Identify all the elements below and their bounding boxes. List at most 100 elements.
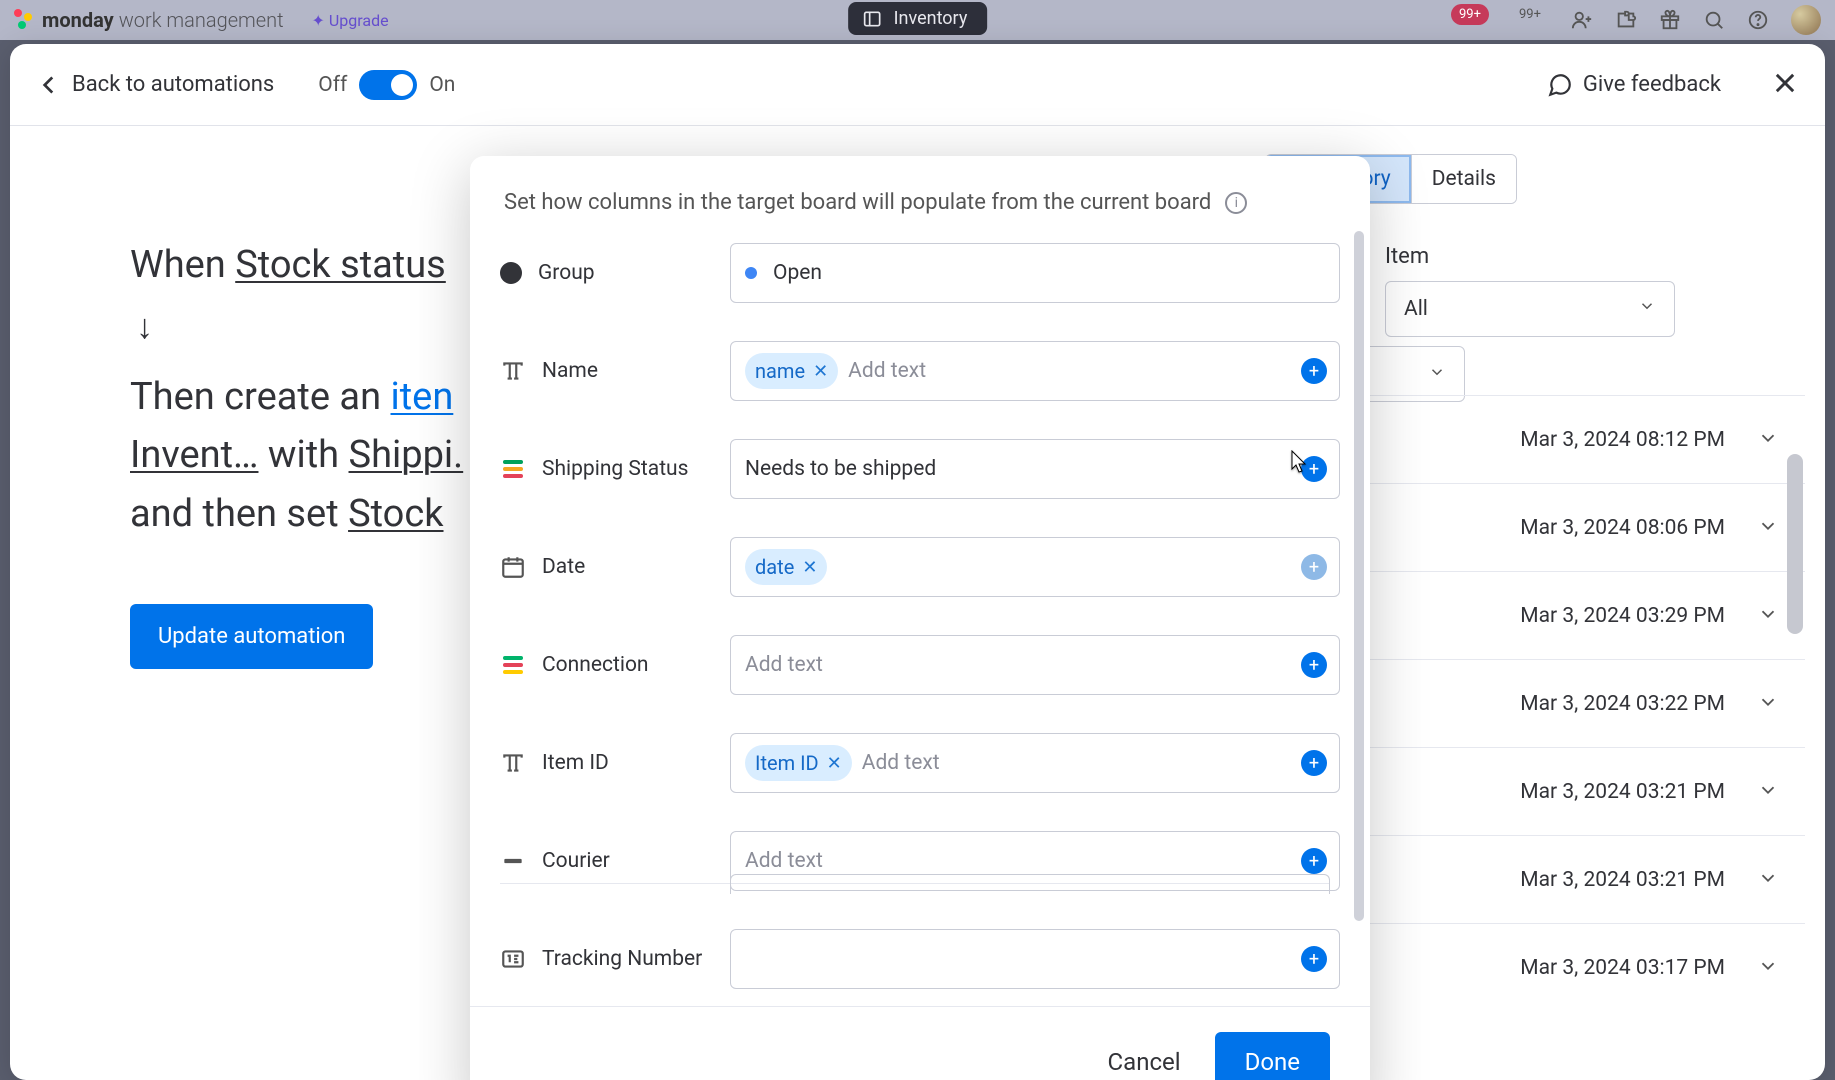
add-token-button[interactable]: +: [1301, 946, 1327, 972]
label-courier: Courier: [542, 849, 610, 873]
chevron-down-icon: [1757, 867, 1779, 893]
s-invent[interactable]: Invent…: [130, 433, 258, 477]
modal-title: Set how columns in the target board will…: [504, 190, 1211, 215]
item-filter-label: Item: [1385, 244, 1805, 269]
label-group: Group: [538, 261, 595, 285]
tab-details[interactable]: Details: [1411, 155, 1516, 203]
column-mapping-modal: Set how columns in the target board will…: [470, 156, 1370, 1080]
search-icon[interactable]: [1703, 9, 1725, 31]
text-icon: [500, 750, 526, 776]
label-name: Name: [542, 359, 598, 383]
chevron-down-icon: [1757, 955, 1779, 981]
logo-dots-icon: [14, 9, 36, 31]
placeholder-courier: Add text: [745, 849, 823, 873]
add-token-button[interactable]: +: [1301, 750, 1327, 776]
field-group[interactable]: Open: [730, 243, 1340, 303]
notif-badge-gray[interactable]: 99+: [1511, 4, 1549, 25]
s-shipping[interactable]: Shippi.: [349, 433, 464, 477]
field-tracking[interactable]: +: [730, 929, 1340, 989]
text-icon: [500, 358, 526, 384]
s-stock-status[interactable]: Stock status: [235, 243, 446, 287]
field-item-id[interactable]: Item ID ✕ Add text +: [730, 733, 1340, 793]
chevron-down-icon: [1757, 779, 1779, 805]
topbar-right: 99+ 99+: [1451, 5, 1821, 35]
back-label: Back to automations: [72, 72, 274, 97]
row-item-id: Item ID Item ID ✕ Add text +: [500, 733, 1340, 793]
user-plus-icon[interactable]: [1571, 9, 1593, 31]
field-connection[interactable]: Add text +: [730, 635, 1340, 695]
gift-icon[interactable]: [1659, 9, 1681, 31]
item-filter-select[interactable]: All: [1385, 281, 1675, 337]
token-remove-icon[interactable]: ✕: [827, 753, 842, 774]
panel-body: When Stock status ↓ Then create an iten …: [10, 126, 1825, 1080]
help-icon[interactable]: [1747, 9, 1769, 31]
notif-badge-red[interactable]: 99+: [1451, 4, 1489, 25]
label-tracking: Tracking Number: [542, 947, 702, 971]
automation-panel: Back to automations Off On Give feedback…: [10, 44, 1825, 1080]
s-when: When: [130, 243, 235, 287]
add-token-button[interactable]: +: [1301, 358, 1327, 384]
close-button[interactable]: [1771, 69, 1799, 101]
modal-body: Group Open Name name: [470, 223, 1370, 1006]
add-token-button[interactable]: +: [1301, 554, 1327, 580]
avatar[interactable]: [1791, 5, 1821, 35]
s-item-link[interactable]: iten: [391, 375, 454, 419]
modal-scrollbar[interactable]: [1354, 231, 1364, 921]
add-token-button[interactable]: +: [1301, 456, 1327, 482]
monday-logo: monday work management: [14, 8, 284, 32]
brand-thin: work management: [119, 8, 284, 32]
token-name[interactable]: name ✕: [745, 353, 838, 389]
cancel-button[interactable]: Cancel: [1108, 1048, 1181, 1076]
workspace-pill[interactable]: Inventory: [848, 2, 988, 35]
label-itemid: Item ID: [542, 751, 609, 775]
chevron-down-icon: [1757, 515, 1779, 541]
done-button[interactable]: Done: [1215, 1032, 1330, 1080]
feedback-icon: [1547, 72, 1573, 98]
update-automation-button[interactable]: Update automation: [130, 604, 373, 669]
brand-strong: monday: [42, 8, 114, 32]
label-connection: Connection: [542, 653, 649, 677]
upgrade-link[interactable]: ✦ Upgrade: [312, 11, 389, 30]
run-time: Mar 3, 2024 03:21 PM: [1520, 868, 1725, 892]
token-date[interactable]: date ✕: [745, 549, 827, 585]
workspace-name: Inventory: [894, 8, 968, 29]
info-icon[interactable]: i: [1225, 192, 1247, 214]
s-stock[interactable]: Stock: [348, 492, 443, 536]
field-name[interactable]: name ✕ Add text +: [730, 341, 1340, 401]
give-feedback[interactable]: Give feedback: [1547, 72, 1721, 98]
row-date: Date date ✕ +: [500, 537, 1340, 597]
token-remove-icon[interactable]: ✕: [813, 361, 828, 382]
chevron-left-icon: [36, 72, 62, 98]
add-token-button[interactable]: +: [1301, 652, 1327, 678]
item-filter-value: All: [1404, 297, 1428, 321]
monday-top-bar: monday work management ✦ Upgrade Invento…: [0, 0, 1835, 40]
field-date[interactable]: date ✕ +: [730, 537, 1340, 597]
toggle-switch[interactable]: [359, 70, 417, 100]
s-then: Then create an: [130, 375, 391, 419]
s-with: with: [268, 433, 349, 477]
token-remove-icon[interactable]: ✕: [802, 557, 817, 578]
chevron-down-icon: [1428, 363, 1446, 385]
group-color-dot-icon: [745, 267, 757, 279]
add-token-button[interactable]: +: [1301, 848, 1327, 874]
token-item-id[interactable]: Item ID ✕: [745, 745, 852, 781]
group-icon: [500, 262, 522, 284]
label-date: Date: [542, 555, 585, 579]
scrollbar[interactable]: [1787, 454, 1803, 634]
back-to-automations[interactable]: Back to automations: [36, 72, 274, 98]
label-shipping: Shipping Status: [542, 457, 688, 481]
run-time: Mar 3, 2024 08:12 PM: [1520, 428, 1725, 452]
field-shipping[interactable]: Needs to be shipped +: [730, 439, 1340, 499]
chevron-down-icon: [1638, 297, 1656, 321]
placeholder-name: Add text: [848, 359, 926, 383]
modal-header: Set how columns in the target board will…: [470, 156, 1370, 223]
placeholder-connection: Add text: [745, 653, 823, 677]
extension-icon[interactable]: [1615, 9, 1637, 31]
row-group: Group Open: [500, 243, 1340, 303]
s-andthen: and then set: [130, 492, 348, 536]
row-name: Name name ✕ Add text +: [500, 341, 1340, 401]
calendar-icon: [500, 554, 526, 580]
toggle-off-label: Off: [318, 73, 347, 97]
dropdown-icon: [500, 848, 526, 874]
panel-icon: [862, 9, 882, 29]
